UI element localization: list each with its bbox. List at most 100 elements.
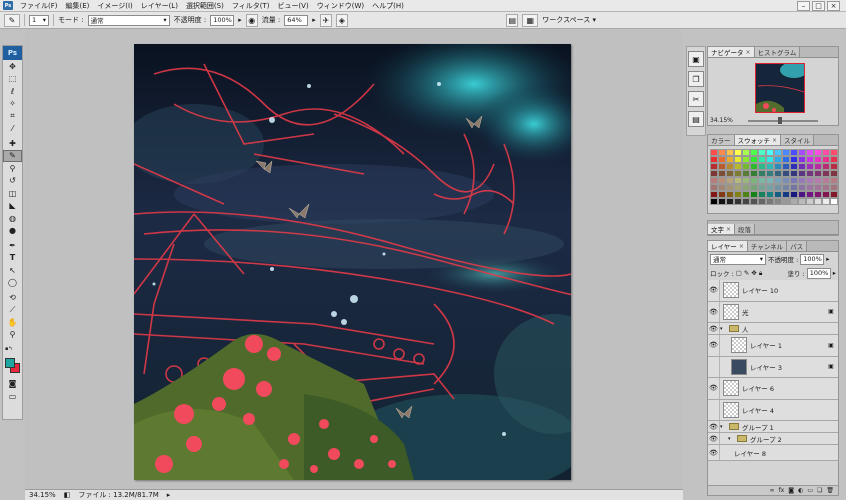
shape-tool-icon[interactable]: ◯ [3, 277, 22, 290]
layer-opacity-field[interactable]: 100% [800, 253, 825, 265]
swatch[interactable] [734, 149, 742, 156]
tab-navigator[interactable]: ナビゲータ × [708, 47, 755, 57]
chevron-right-icon[interactable]: ▸ [167, 491, 171, 499]
menu-view[interactable]: ビュー(V) [273, 1, 312, 11]
swatch[interactable] [766, 149, 774, 156]
swatch[interactable] [742, 163, 750, 170]
layer-name[interactable]: 光 [742, 307, 826, 317]
swatch[interactable] [726, 170, 734, 177]
swatch[interactable] [774, 170, 782, 177]
swatch[interactable] [766, 163, 774, 170]
menu-layer[interactable]: レイヤー(L) [137, 1, 182, 11]
default-colors-icon[interactable]: ▪↰ [3, 343, 22, 356]
swatch[interactable] [718, 163, 726, 170]
swatch[interactable] [710, 184, 718, 191]
close-icon[interactable]: × [739, 243, 744, 250]
swatch[interactable] [726, 184, 734, 191]
swatch[interactable] [814, 156, 822, 163]
tab-histogram[interactable]: ヒストグラム [754, 47, 801, 57]
menu-edit[interactable]: 編集(E) [62, 1, 94, 11]
chevron-right-icon[interactable]: ▸ [238, 16, 242, 24]
menu-filter[interactable]: フィルタ(T) [228, 1, 274, 11]
swatch[interactable] [774, 191, 782, 198]
swatch[interactable] [798, 177, 806, 184]
zoom-level[interactable]: 34.15% [29, 491, 56, 499]
swatch[interactable] [766, 198, 774, 205]
menu-select[interactable]: 選択範囲(S) [182, 1, 228, 11]
swatch[interactable] [750, 156, 758, 163]
lock-all-icon[interactable]: 🔒︎ [759, 269, 762, 278]
swatch[interactable] [726, 177, 734, 184]
visibility-off-icon[interactable] [708, 356, 720, 377]
swatch[interactable] [750, 170, 758, 177]
swatch[interactable] [814, 177, 822, 184]
swatch[interactable] [750, 163, 758, 170]
group-name[interactable]: グループ 1 [742, 422, 838, 432]
tablet-pressure-icon[interactable]: ◉ [245, 13, 258, 27]
layer-row[interactable]: レイヤー 4 [708, 399, 838, 421]
eyedropper-3d-tool-icon[interactable]: ⟋ [3, 304, 22, 317]
swatch[interactable] [814, 191, 822, 198]
minimize-button[interactable]: – [797, 1, 810, 11]
swatch[interactable] [790, 163, 798, 170]
swatch[interactable] [782, 170, 790, 177]
blend-mode-select[interactable]: 通常 ▾ [710, 253, 766, 265]
swatch[interactable] [782, 198, 790, 205]
swatch[interactable] [726, 191, 734, 198]
expand-icon[interactable]: ▾ [728, 436, 734, 442]
swatch[interactable] [734, 191, 742, 198]
swatch[interactable] [718, 177, 726, 184]
lock-position-icon[interactable]: ✥ [751, 269, 756, 277]
bridge-icon[interactable]: ▦ [522, 13, 539, 27]
swatch[interactable] [742, 184, 750, 191]
swatch[interactable] [726, 149, 734, 156]
eraser-tool-icon[interactable]: ◫ [3, 187, 22, 200]
swatch[interactable] [806, 149, 814, 156]
lasso-tool-icon[interactable]: ℓ [3, 85, 22, 98]
layer-group-row[interactable]: 👁︎ ▾ グループ 1 [708, 421, 838, 433]
swatch[interactable] [822, 163, 830, 170]
screen-mode-icon[interactable]: ▭ [3, 390, 22, 403]
swatch[interactable] [726, 198, 734, 205]
swatch[interactable] [734, 177, 742, 184]
swatch[interactable] [742, 149, 750, 156]
swatch[interactable] [790, 170, 798, 177]
swatch[interactable] [718, 156, 726, 163]
swatch[interactable] [750, 198, 758, 205]
new-group-icon[interactable]: ▭ [807, 487, 813, 494]
swatch[interactable] [806, 184, 814, 191]
eye-icon[interactable]: 👁︎ [708, 280, 720, 301]
chevron-right-icon[interactable]: ▸ [833, 269, 836, 277]
marquee-tool-icon[interactable]: ⬚ [3, 73, 22, 86]
layer-group-row[interactable]: 👁︎ ▾ 人 [708, 323, 838, 335]
tab-color[interactable]: カラー [708, 135, 735, 145]
layer-row[interactable]: レイヤー 3 ▣ [708, 356, 838, 378]
layer-row[interactable]: 👁︎ レイヤー 1 ▣ [708, 335, 838, 357]
swatch[interactable] [750, 184, 758, 191]
swatch[interactable] [822, 191, 830, 198]
swatch[interactable] [798, 170, 806, 177]
swatch[interactable] [790, 156, 798, 163]
eye-icon[interactable]: 👁︎ [708, 335, 720, 356]
brush-tool-icon[interactable]: ✎ [3, 149, 22, 162]
swatch[interactable] [782, 184, 790, 191]
swatch[interactable] [822, 170, 830, 177]
swatch[interactable] [758, 149, 766, 156]
lock-image-icon[interactable]: ✎ [744, 269, 749, 277]
close-button[interactable]: × [827, 1, 840, 11]
hand-tool-icon[interactable]: ✋ [3, 316, 22, 329]
swatch[interactable] [750, 191, 758, 198]
swatch[interactable] [814, 149, 822, 156]
swatch[interactable] [782, 191, 790, 198]
swatch[interactable] [814, 163, 822, 170]
swatch[interactable] [766, 156, 774, 163]
eye-icon[interactable]: 👁︎ [708, 323, 720, 334]
swatch[interactable] [718, 198, 726, 205]
paint-bucket-tool-icon[interactable]: ◣ [3, 200, 22, 213]
flow-field[interactable]: 64% [284, 14, 309, 26]
tab-layers[interactable]: レイヤー × [708, 241, 748, 251]
foreground-color-swatch[interactable] [5, 357, 15, 368]
swatch[interactable] [734, 163, 742, 170]
swatch[interactable] [766, 191, 774, 198]
swatch[interactable] [742, 191, 750, 198]
